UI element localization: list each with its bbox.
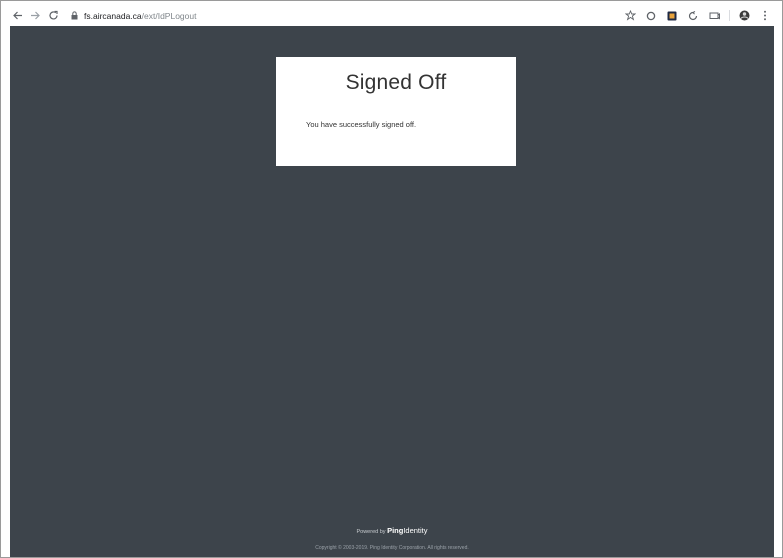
toolbar-separator [729, 10, 730, 21]
toolbar-actions [616, 6, 772, 25]
browser-toolbar: fs.aircanada.ca/ext/IdPLogout [9, 6, 778, 25]
square-extension-icon[interactable] [665, 9, 679, 23]
url-host: fs.aircanada.ca [84, 10, 142, 21]
arrow-right-icon[interactable] [27, 8, 43, 24]
url-path: /ext/IdPLogout [141, 10, 197, 21]
powered-by-label: Powered by [356, 529, 386, 535]
powered-by: Powered by PingIdentity [10, 526, 774, 535]
sync-extension-icon[interactable] [686, 9, 700, 23]
lock-icon[interactable] [71, 11, 78, 20]
ping-logo-text: Ping [387, 526, 404, 535]
page-viewport: Signed Off You have successfully signed … [10, 26, 774, 557]
kebab-menu-icon[interactable] [758, 9, 772, 23]
reload-icon[interactable] [45, 8, 61, 24]
browser-window: fs.aircanada.ca/ext/IdPLogout Signed Off… [0, 0, 783, 558]
star-icon[interactable] [623, 9, 637, 23]
circle-extension-icon[interactable] [644, 9, 658, 23]
cast-extension-icon[interactable] [707, 9, 721, 23]
identity-logo-text: Identity [403, 526, 428, 535]
address-bar[interactable]: fs.aircanada.ca/ext/IdPLogout [71, 8, 196, 24]
arrow-left-icon[interactable] [9, 8, 25, 24]
signed-off-card: Signed Off You have successfully signed … [276, 57, 516, 166]
copyright: Copyright © 2003-2019. Ping Identity Cor… [315, 545, 469, 551]
page-title: Signed Off [345, 71, 447, 94]
avatar-icon[interactable] [737, 9, 751, 23]
signed-off-message: You have successfully signed off. [306, 120, 417, 129]
